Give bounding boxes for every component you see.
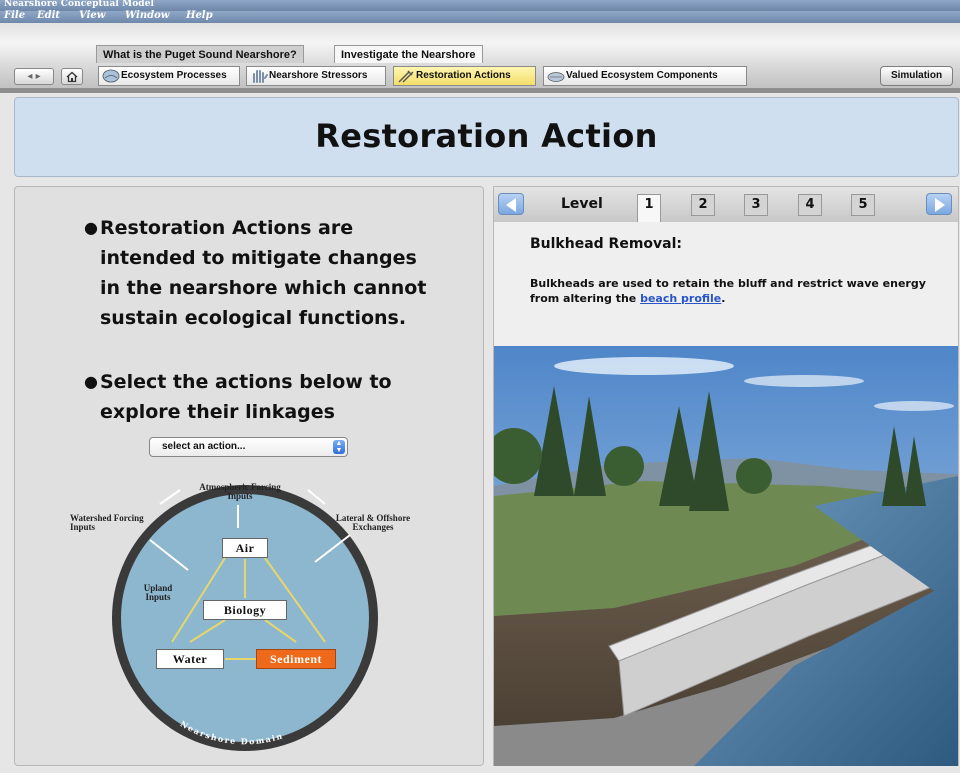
ecosystem-icon [102, 69, 120, 83]
arrow-left-icon [506, 198, 516, 212]
tab-puget-sound-nearshore[interactable]: What is the Puget Sound Nearshore? [96, 45, 304, 63]
menu-edit[interactable]: Edit [37, 10, 60, 21]
bullet-restoration-intro: ● Restoration Actions are intended to mi… [84, 213, 427, 333]
bullet-line: Select the actions below to [100, 371, 392, 393]
bullet-line: sustain ecological functions. [100, 307, 407, 329]
shell-icon [547, 72, 565, 82]
arrow-right-icon [935, 198, 945, 212]
subtab-label: Ecosystem Processes [121, 70, 227, 81]
simulation-button[interactable]: Simulation [880, 66, 953, 86]
bullet-select-actions: ● Select the actions below to explore th… [84, 367, 392, 427]
menu-help[interactable]: Help [186, 10, 213, 21]
level-bar: Level 1 2 3 4 5 [494, 187, 958, 222]
bulkhead-scene-image [494, 346, 958, 766]
label-lateral-exchanges: Lateral & Offshore Exchanges [335, 513, 411, 532]
subtab-restoration-actions[interactable]: Restoration Actions [393, 66, 536, 86]
node-water[interactable]: Water [156, 649, 224, 669]
subtab-label: Restoration Actions [416, 70, 511, 81]
next-level-button[interactable] [926, 193, 952, 215]
level-tab-5[interactable]: 5 [851, 194, 875, 216]
subtab-ecosystem-processes[interactable]: Ecosystem Processes [98, 66, 240, 86]
house-icon [66, 71, 78, 83]
subtab-valued-ecosystem-components[interactable]: Valued Ecosystem Components [543, 66, 747, 86]
header-banner: Restoration Action [14, 97, 959, 177]
node-biology[interactable]: Biology [203, 600, 287, 620]
bullet-line: explore their linkages [100, 401, 335, 423]
action-description: Bulkhead Removal: Bulkheads are used to … [494, 222, 958, 346]
menu-file[interactable]: File [4, 10, 25, 21]
select-arrows-icon: ▲ ▼ [333, 440, 345, 454]
tab-investigate-nearshore[interactable]: Investigate the Nearshore [334, 45, 483, 63]
toolbar-divider [0, 88, 960, 93]
beach-profile-link[interactable]: beach profile [640, 292, 721, 305]
bullet-line: intended to mitigate changes [100, 247, 417, 269]
menu-view[interactable]: View [79, 10, 105, 21]
back-forward-arrows-icon: ◂ ▸ [27, 71, 41, 82]
bullet-line: Restoration Actions are [100, 217, 354, 239]
subtab-label: Valued Ecosystem Components [566, 70, 718, 81]
action-text: Bulkheads are used to retain the bluff a… [530, 277, 926, 305]
label-upland-inputs: Upland Inputs [143, 583, 173, 602]
level-tab-3[interactable]: 3 [744, 194, 768, 216]
subtab-label: Nearshore Stressors [269, 70, 368, 81]
detail-panel: Level 1 2 3 4 5 Bulkhead Removal: Bulkhe… [493, 186, 959, 766]
level-label: Level [561, 196, 603, 212]
level-tab-1[interactable]: 1 [637, 194, 661, 222]
back-forward-button[interactable]: ◂ ▸ [14, 68, 54, 85]
level-tab-2[interactable]: 2 [691, 194, 715, 216]
action-select[interactable]: select an action... ▲ ▼ [149, 437, 348, 457]
action-select-value: select an action... [162, 441, 246, 452]
bullet-dot-icon: ● [84, 372, 98, 391]
bullet-line: in the nearshore which cannot [100, 277, 427, 299]
tools-icon [398, 70, 414, 83]
previous-level-button[interactable] [498, 193, 524, 215]
bullet-dot-icon: ● [84, 218, 98, 237]
node-sediment[interactable]: Sediment [256, 649, 336, 669]
page-title: Restoration Action [315, 117, 658, 155]
level-tab-4[interactable]: 4 [798, 194, 822, 216]
conceptual-model-diagram: Nearshore Domain Atmospheric Forcing Inp… [60, 470, 440, 765]
home-button[interactable] [61, 68, 83, 85]
node-air[interactable]: Air [222, 538, 268, 558]
label-watershed-forcing: Watershed Forcing Inputs [70, 513, 144, 532]
label-atmospheric-forcing: Atmospheric Forcing Inputs [199, 482, 281, 501]
hand-icon [253, 70, 268, 83]
menu-window[interactable]: Window [125, 10, 169, 21]
action-title: Bulkhead Removal: [530, 236, 683, 252]
window-title: Nearshore Conceptual Model [4, 0, 155, 9]
subtab-nearshore-stressors[interactable]: Nearshore Stressors [246, 66, 386, 86]
menu-bar: File Edit View Window Help [0, 10, 960, 23]
